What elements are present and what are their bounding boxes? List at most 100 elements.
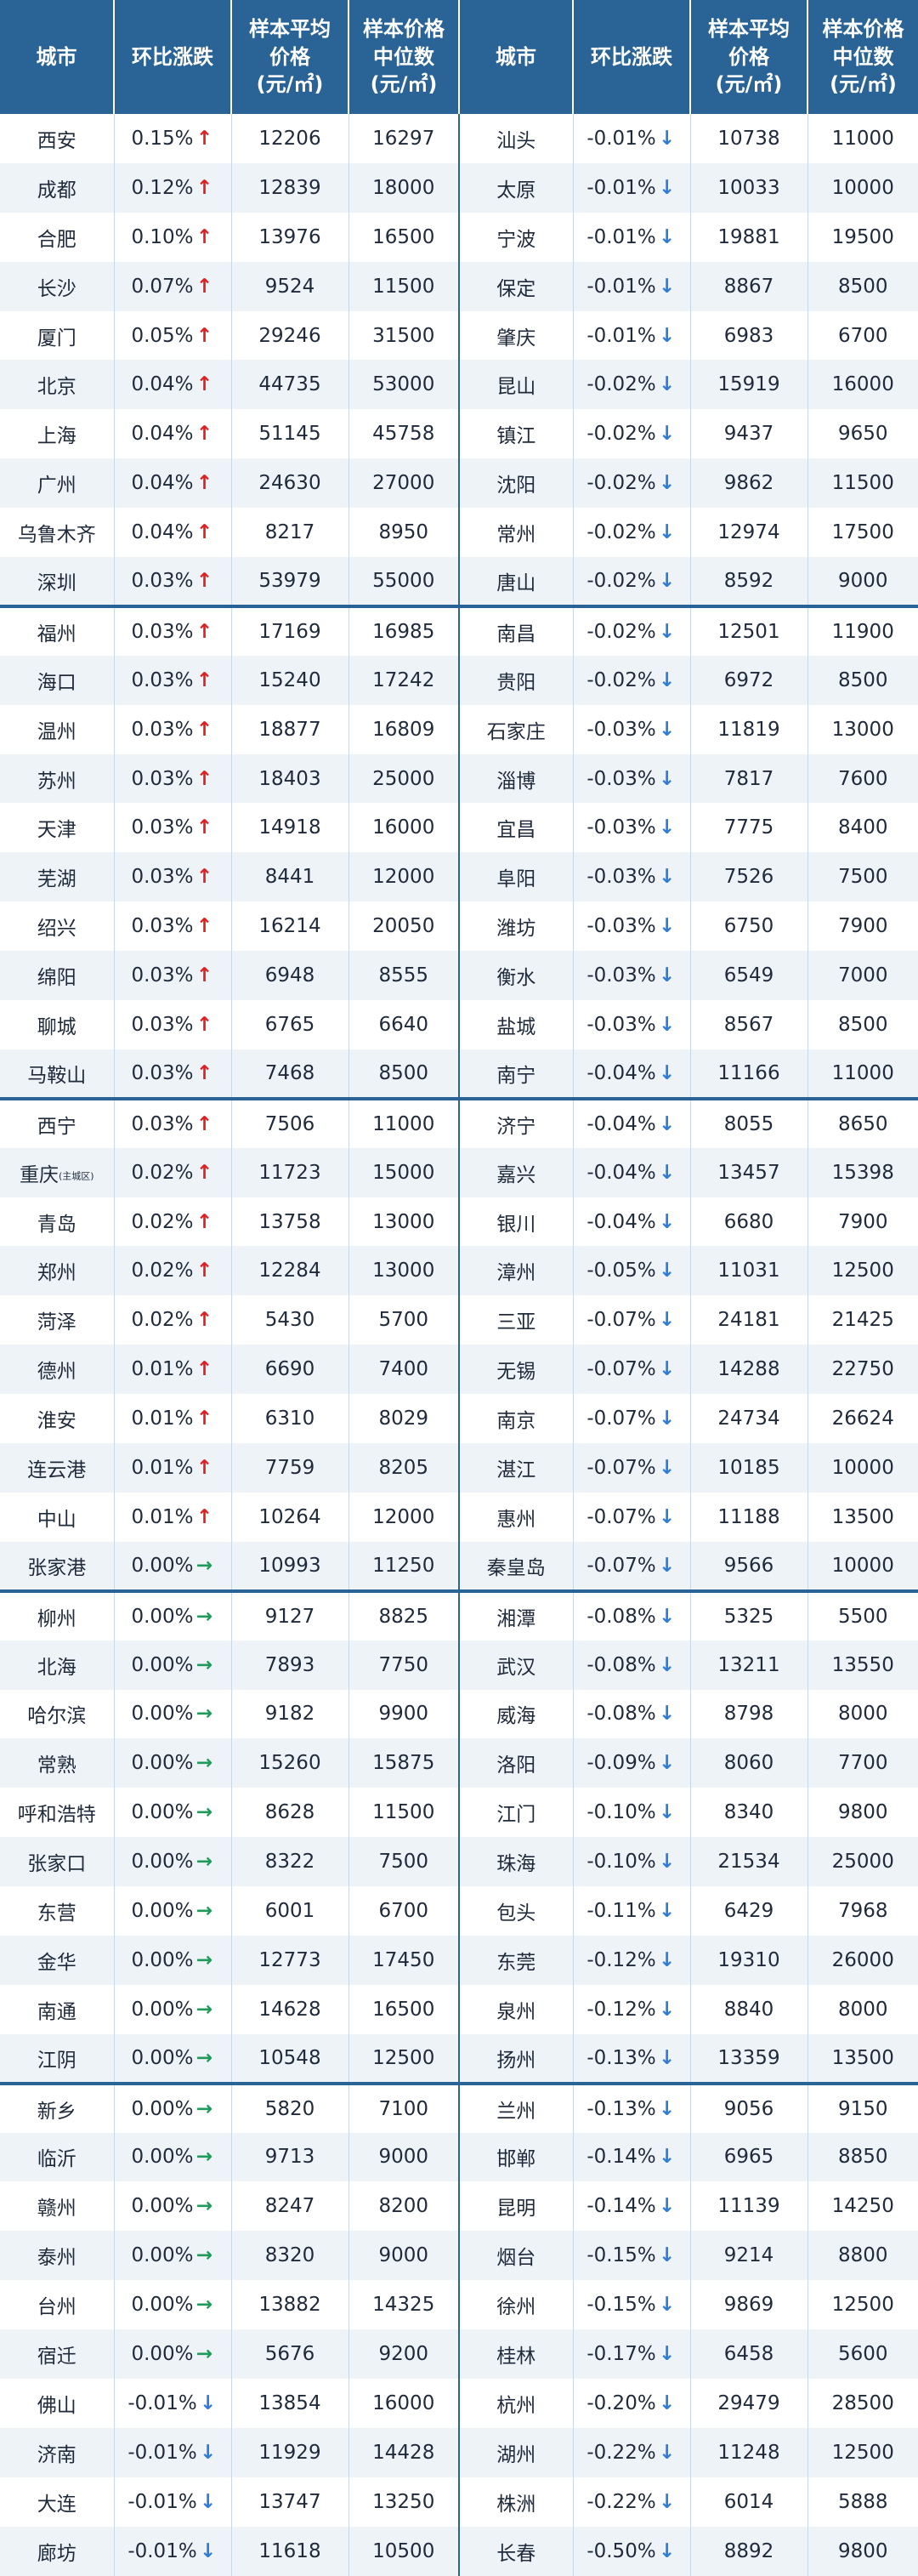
table-row: 厦门 0.05% ↑ 29246 31500 肇庆 -0.01% ↓ 6983 6700 (0, 310, 918, 361)
city-cell: 衡水 (459, 951, 574, 1001)
change-value: -0.07% (586, 1309, 656, 1332)
change-value: 0.01% (131, 1456, 194, 1479)
avg-price-cell: 8592 (690, 557, 808, 606)
change-cell: 0.02% ↑ (114, 1295, 232, 1345)
change-value: 0.12% (131, 176, 194, 199)
city-cell: 温州 (0, 704, 115, 754)
avg-price-cell: 6549 (690, 951, 808, 1001)
median-price-cell: 8000 (808, 1984, 918, 2034)
median-price-cell: 7968 (808, 1886, 918, 1936)
header-avg-left: 样本平均 价格 (元/㎡) (231, 0, 349, 114)
median-price-cell: 15875 (348, 1738, 460, 1788)
change-cell: -0.13% ↓ (573, 2081, 691, 2133)
change-value: 0.00% (131, 2097, 194, 2120)
city-name: 镇江 (496, 425, 536, 448)
avg-price-cell: 8322 (231, 1837, 349, 1887)
arrow-up-icon: ↑ (196, 127, 213, 150)
change-cell: -0.03% ↓ (573, 951, 691, 1001)
median-price-cell: 12500 (808, 2427, 918, 2477)
median-price-cell: 6700 (348, 1886, 460, 1936)
city-name: 包头 (496, 1902, 536, 1925)
arrow-down-icon: ↓ (659, 1407, 676, 1430)
avg-price-cell: 7817 (690, 753, 808, 804)
table-row: 张家港 0.00% → 10993 11250 秦皇岛 -0.07% ↓ 9566 10000 (0, 1541, 918, 1591)
median-price-cell: 9650 (808, 409, 918, 459)
change-cell: 0.00% → (114, 1689, 232, 1739)
city-cell: 株洲 (459, 2476, 574, 2527)
avg-price-cell: 8441 (231, 852, 349, 902)
avg-price-cell: 6001 (231, 1886, 349, 1936)
change-cell: 0.00% → (114, 1541, 232, 1591)
arrow-down-icon: ↓ (659, 1554, 676, 1577)
arrow-down-icon: ↓ (659, 816, 676, 839)
median-price-cell: 5700 (348, 1295, 460, 1345)
avg-price-cell: 19310 (690, 1935, 808, 1985)
city-cell: 江门 (459, 1788, 574, 1838)
arrow-down-icon: ↓ (659, 1456, 676, 1479)
arrow-down-icon: ↓ (659, 2244, 676, 2267)
city-name: 沈阳 (496, 475, 536, 498)
change-cell: 0.03% ↑ (114, 1049, 232, 1099)
change-cell: 0.03% ↑ (114, 704, 232, 754)
change-cell: 0.00% → (114, 1837, 232, 1887)
city-name: 江阴 (37, 2049, 76, 2072)
change-value: 0.03% (131, 767, 194, 790)
median-price-cell: 13000 (348, 1246, 460, 1296)
change-cell: -0.07% ↓ (573, 1443, 691, 1493)
city-cell: 张家港 (0, 1541, 115, 1591)
change-value: -0.14% (586, 2195, 656, 2218)
change-cell: -0.01% ↓ (573, 114, 691, 163)
avg-price-cell: 8892 (690, 2526, 808, 2576)
city-name: 盐城 (496, 1015, 536, 1038)
city-cell: 新乡 (0, 2081, 115, 2133)
median-price-cell: 17450 (348, 1935, 460, 1985)
change-cell: -0.50% ↓ (573, 2526, 691, 2576)
median-price-cell: 11000 (808, 114, 918, 163)
table-row: 海口 0.03% ↑ 15240 17242 贵阳 -0.02% ↓ 6972 8500 (0, 655, 918, 705)
change-cell: 0.00% → (114, 2231, 232, 2281)
median-price-cell: 16500 (348, 1984, 460, 2034)
avg-price-cell: 6429 (690, 1886, 808, 1936)
arrow-down-icon: ↓ (659, 718, 676, 741)
change-cell: -0.02% ↓ (573, 360, 691, 410)
arrow-up-icon: ↑ (196, 324, 213, 347)
change-cell: -0.20% ↓ (573, 2378, 691, 2428)
change-value: -0.01% (128, 2391, 197, 2414)
change-cell: -0.03% ↓ (573, 704, 691, 754)
median-price-cell: 12000 (348, 852, 460, 902)
avg-price-cell: 8247 (231, 2181, 349, 2232)
change-cell: 0.00% → (114, 1640, 232, 1690)
city-name: 嘉兴 (496, 1163, 536, 1186)
median-price-cell: 5600 (808, 2329, 918, 2379)
arrow-up-icon: ↑ (196, 1309, 213, 1332)
arrow-down-icon: ↓ (200, 2391, 217, 2414)
median-price-cell: 28500 (808, 2378, 918, 2428)
median-price-cell: 8500 (808, 261, 918, 311)
avg-price-cell: 16214 (231, 901, 349, 952)
table-row: 哈尔滨 0.00% → 9182 9900 威海 -0.08% ↓ 8798 8000 (0, 1689, 918, 1739)
arrow-up-icon: ↑ (196, 569, 213, 592)
change-cell: -0.09% ↓ (573, 1738, 691, 1788)
city-name: 济宁 (496, 1115, 536, 1138)
city-name: 临沂 (37, 2148, 76, 2171)
median-price-cell: 9800 (808, 1788, 918, 1838)
change-cell: 0.00% → (114, 1984, 232, 2034)
avg-price-cell: 7775 (690, 803, 808, 853)
city-cell: 廊坊 (0, 2526, 115, 2576)
city-name: 石家庄 (486, 720, 546, 743)
city-name: 佛山 (37, 2394, 76, 2417)
change-cell: -0.01% ↓ (573, 212, 691, 262)
city-cell: 盐城 (459, 1000, 574, 1049)
median-price-cell: 10000 (808, 1443, 918, 1493)
change-value: 0.00% (131, 1998, 194, 2021)
city-name: 银川 (496, 1213, 536, 1236)
arrow-down-icon: ↓ (659, 1752, 676, 1775)
arrow-up-icon: ↑ (196, 866, 213, 889)
arrow-down-icon: ↓ (659, 275, 676, 298)
median-price-cell: 13500 (808, 2033, 918, 2084)
change-cell: -0.08% ↓ (573, 1689, 691, 1739)
table-row: 连云港 0.01% ↑ 7759 8205 湛江 -0.07% ↓ 10185 10000 (0, 1443, 918, 1493)
change-value: -0.10% (586, 1801, 656, 1824)
arrow-down-icon: ↓ (659, 1358, 676, 1381)
change-value: -0.07% (586, 1456, 656, 1479)
